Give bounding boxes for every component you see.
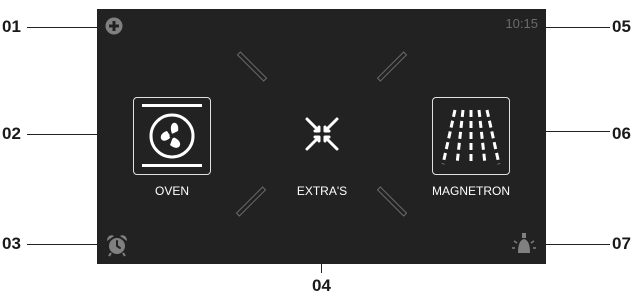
callout-01: 01 [2, 17, 21, 36]
plus-circle-icon[interactable] [105, 17, 123, 35]
leader-line-07 [537, 244, 610, 245]
alarm-clock-icon[interactable] [105, 233, 129, 257]
appliance-screen: 10:15 OVEN EXTRA'S MAGNETRON [97, 9, 546, 264]
callout-02: 02 [2, 124, 21, 143]
microwave-waves-icon [441, 109, 501, 165]
magnetron-label: MAGNETRON [432, 184, 510, 198]
decorative-divider [236, 51, 268, 82]
decorative-divider [376, 51, 408, 82]
leader-line-05 [537, 27, 610, 28]
leader-line-01 [27, 27, 99, 28]
callout-03: 03 [2, 234, 21, 253]
fan-icon [142, 104, 202, 167]
cross-arrows-icon [305, 117, 339, 151]
leader-line-03 [27, 244, 102, 245]
callout-05: 05 [612, 17, 631, 36]
extras-button[interactable] [304, 116, 340, 152]
callout-07: 07 [612, 234, 631, 253]
oven-label: OVEN [154, 184, 189, 198]
decorative-divider [376, 186, 408, 217]
light-bulb-icon[interactable] [511, 231, 537, 257]
magnetron-button[interactable] [432, 97, 510, 175]
callout-06: 06 [612, 124, 631, 143]
oven-button[interactable] [133, 97, 211, 175]
decorative-divider [235, 186, 267, 217]
callout-04: 04 [312, 276, 331, 295]
extras-label: EXTRA'S [296, 184, 348, 198]
clock-display: 10:15 [505, 16, 538, 31]
